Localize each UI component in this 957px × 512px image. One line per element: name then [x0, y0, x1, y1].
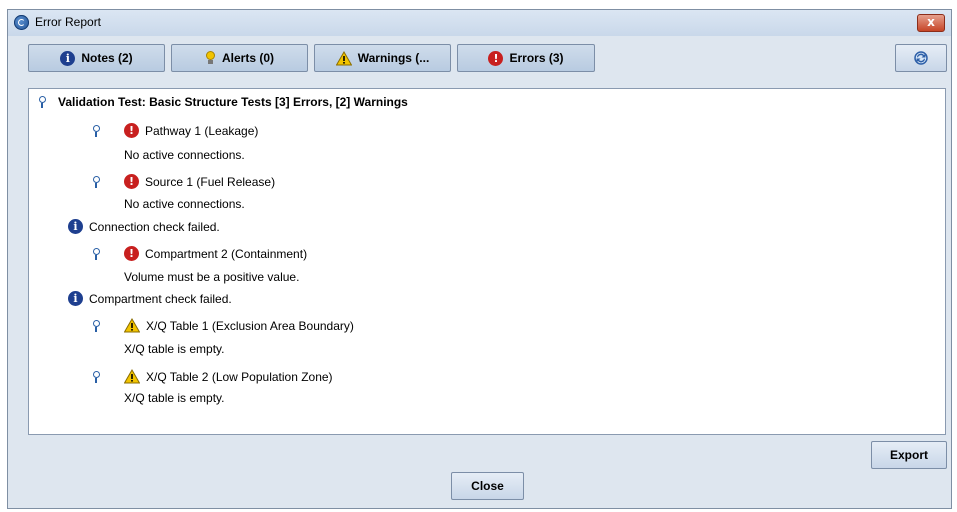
tree-item-pathway-1[interactable]: ! Pathway 1 (Leakage)	[92, 123, 258, 138]
error-icon: !	[124, 246, 139, 261]
window-close-button[interactable]: x	[917, 14, 945, 32]
tree-item-detail: X/Q table is empty.	[124, 391, 225, 405]
tab-notes[interactable]: i Notes (2)	[28, 44, 165, 72]
tree-item-title: Compartment 2 (Containment)	[145, 246, 308, 261]
error-icon: !	[124, 174, 139, 189]
app-icon	[14, 15, 29, 30]
tree-item-title: X/Q Table 2 (Low Population Zone)	[146, 369, 333, 384]
warning-icon	[336, 51, 352, 66]
tree-item-detail: No active connections.	[124, 197, 245, 211]
lightbulb-icon	[205, 51, 216, 65]
tree-root-label: Validation Test: Basic Structure Tests […	[58, 95, 408, 109]
tree-item-xq-table-1[interactable]: X/Q Table 1 (Exclusion Area Boundary)	[92, 318, 354, 333]
tab-notes-label: Notes (2)	[81, 51, 133, 65]
pin-icon	[92, 319, 100, 332]
pin-icon	[92, 247, 100, 260]
tree-item-title: Source 1 (Fuel Release)	[145, 174, 276, 189]
refresh-button[interactable]	[895, 44, 947, 72]
warning-icon	[124, 369, 140, 384]
tree-root[interactable]: Validation Test: Basic Structure Tests […	[38, 95, 408, 109]
tree-item-detail: Volume must be a positive value.	[124, 270, 300, 284]
tab-errors-label: Errors (3)	[509, 51, 564, 65]
error-icon: !	[124, 123, 139, 138]
export-button[interactable]: Export	[871, 441, 947, 469]
tab-alerts[interactable]: Alerts (0)	[171, 44, 308, 72]
close-button[interactable]: Close	[451, 472, 524, 500]
pin-icon	[92, 175, 100, 188]
window-title: Error Report	[35, 15, 102, 29]
note-label: Connection check failed.	[89, 219, 220, 234]
note-label: Compartment check failed.	[89, 291, 232, 306]
warning-icon	[124, 318, 140, 333]
tree-item-source-1[interactable]: ! Source 1 (Fuel Release)	[92, 174, 275, 189]
note-connection-check[interactable]: i Connection check failed.	[68, 219, 220, 234]
tab-warnings-label: Warnings (...	[357, 51, 430, 65]
tree-item-detail: X/Q table is empty.	[124, 342, 225, 356]
tab-errors[interactable]: ! Errors (3)	[457, 44, 595, 72]
pin-icon	[92, 370, 100, 383]
tree-item-detail: No active connections.	[124, 148, 245, 162]
tree-item-title: Pathway 1 (Leakage)	[145, 123, 259, 138]
tree-item-xq-table-2[interactable]: X/Q Table 2 (Low Population Zone)	[92, 369, 333, 384]
info-icon: i	[68, 291, 83, 306]
pin-icon	[92, 124, 100, 137]
tab-warnings[interactable]: Warnings (...	[314, 44, 451, 72]
tree-item-compartment-2[interactable]: ! Compartment 2 (Containment)	[92, 246, 307, 261]
title-bar: Error Report x	[8, 10, 951, 36]
pin-icon	[38, 96, 46, 108]
tab-alerts-label: Alerts (0)	[221, 51, 274, 65]
tree-item-title: X/Q Table 1 (Exclusion Area Boundary)	[146, 318, 354, 333]
refresh-icon	[914, 51, 928, 65]
info-icon: i	[60, 50, 76, 66]
info-icon: i	[68, 219, 83, 234]
error-icon: !	[488, 50, 504, 66]
note-compartment-check[interactable]: i Compartment check failed.	[68, 291, 232, 306]
